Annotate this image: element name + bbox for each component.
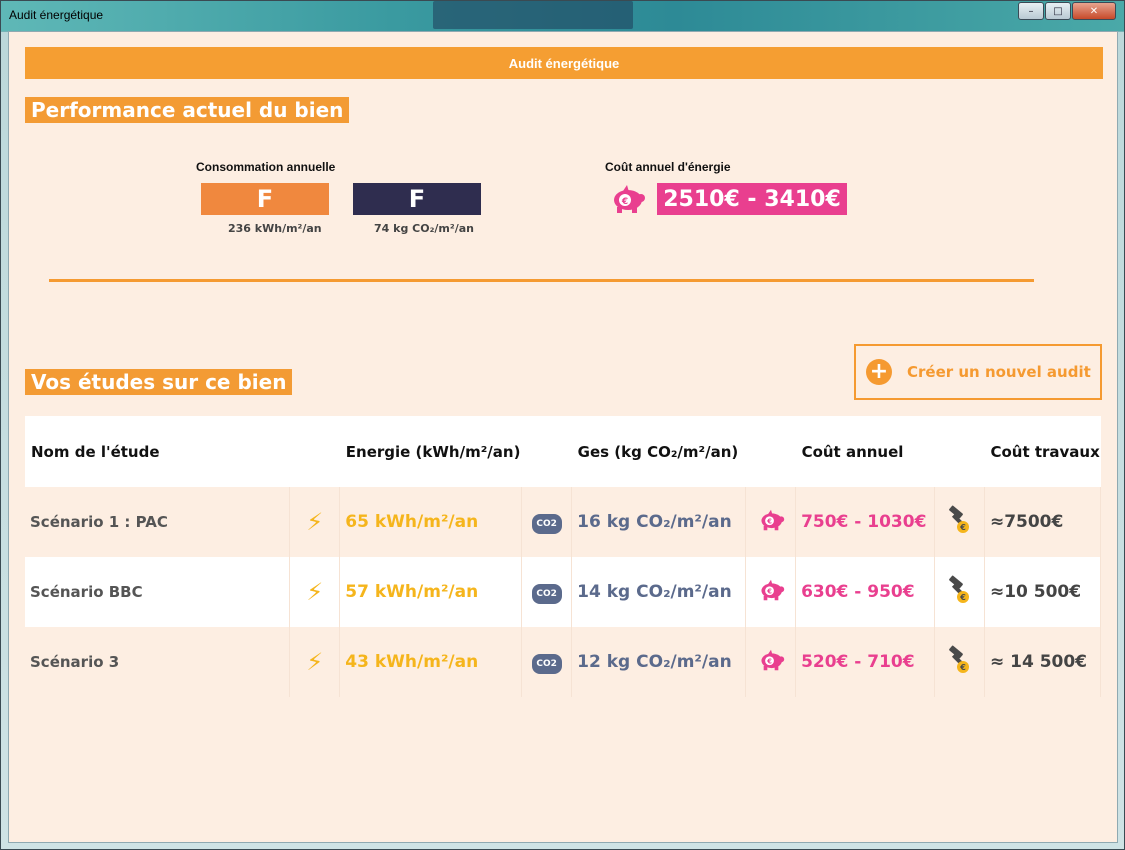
table-header-row: Nom de l'étude Energie (kWh/m²/an) Ges (… — [25, 416, 1101, 487]
window-title: Audit énergétique — [9, 8, 104, 22]
piggy-bank-icon: € — [761, 509, 784, 531]
title-bar[interactable]: Audit énergétique – □ ✕ — [1, 1, 1124, 31]
energy-grade-value: 236 kWh/m²/an — [228, 222, 322, 235]
co2-cloud-icon: CO2 — [531, 583, 562, 604]
annual-cost-value: 2510€ - 3410€ — [657, 183, 847, 215]
study-name: Scénario 3 — [25, 627, 291, 697]
svg-text:€: € — [960, 523, 967, 532]
consumption-label: Consommation annuelle — [196, 160, 336, 174]
piggy-bank-icon: € — [761, 649, 784, 671]
study-annual-cost: 630€ - 950€ — [795, 557, 935, 627]
co2-cloud-icon: CO2 — [531, 653, 562, 674]
table-row[interactable]: Scénario 1 : PAC ⚡ 65 kWh/m²/an CO2 16 k… — [25, 487, 1102, 557]
piggy-bank-icon: € — [761, 579, 784, 601]
lightning-bolt-icon: ⚡ — [306, 648, 324, 676]
column-header-works-cost: Coût travaux — [984, 416, 1101, 487]
hammer-euro-icon: € — [949, 645, 970, 673]
svg-text:€: € — [960, 593, 967, 602]
svg-text:€: € — [766, 588, 772, 596]
ges-grade-badge: F — [353, 183, 481, 215]
background-window-ghost — [433, 1, 633, 29]
study-works-cost[interactable]: ≈10 500€ — [984, 557, 1102, 627]
study-energy: 65 kWh/m²/an — [339, 487, 523, 557]
performance-section-title: Performance actuel du bien — [25, 97, 350, 123]
study-works-cost[interactable]: ≈ 14 500€ — [984, 627, 1102, 697]
column-header-energy: Energie (kWh/m²/an) — [339, 416, 522, 487]
column-header-ges: Ges (kg CO₂/m²/an) — [571, 416, 746, 487]
hammer-euro-icon: € — [949, 575, 970, 603]
co2-cloud-icon: CO2 — [531, 513, 562, 534]
study-energy: 43 kWh/m²/an — [339, 627, 523, 697]
study-works-cost[interactable]: ≈7500€ — [984, 487, 1102, 557]
plus-icon: + — [866, 359, 892, 385]
section-divider — [49, 279, 1034, 282]
study-energy: 57 kWh/m²/an — [339, 557, 523, 627]
minimize-button[interactable]: – — [1018, 2, 1044, 20]
study-ges: 16 kg CO₂/m²/an — [571, 487, 747, 557]
studies-section-title: Vos études sur ce bien — [25, 369, 293, 395]
svg-text:€: € — [766, 658, 772, 666]
column-header-name: Nom de l'étude — [25, 416, 290, 487]
lightning-bolt-icon: ⚡ — [306, 578, 324, 606]
close-button[interactable]: ✕ — [1072, 2, 1116, 20]
new-audit-button[interactable]: + Créer un nouvel audit — [854, 344, 1102, 400]
page-header: Audit énergétique — [25, 47, 1103, 79]
annual-cost-label: Coût annuel d'énergie — [605, 160, 731, 174]
new-audit-label: Créer un nouvel audit — [907, 363, 1091, 381]
lightning-bolt-icon: ⚡ — [306, 508, 324, 536]
svg-text:€: € — [960, 663, 967, 672]
table-row[interactable]: Scénario BBC ⚡ 57 kWh/m²/an CO2 14 kg CO… — [25, 557, 1102, 627]
study-ges: 14 kg CO₂/m²/an — [571, 557, 747, 627]
study-name: Scénario BBC — [25, 557, 291, 627]
study-name: Scénario 1 : PAC — [25, 487, 291, 557]
study-annual-cost: 520€ - 710€ — [795, 627, 935, 697]
energy-grade-badge: F — [201, 183, 329, 215]
hammer-euro-icon: € — [949, 505, 970, 533]
window-controls: – □ ✕ — [1017, 2, 1116, 20]
column-header-annual-cost: Coût annuel — [795, 416, 935, 487]
maximize-button[interactable]: □ — [1045, 2, 1071, 20]
svg-text:€: € — [766, 518, 772, 526]
studies-table: Nom de l'étude Energie (kWh/m²/an) Ges (… — [25, 416, 1102, 697]
piggy-bank-icon: € — [614, 185, 645, 213]
client-area: Audit énergétique Performance actuel du … — [8, 31, 1118, 843]
app-window: Audit énergétique – □ ✕ Audit énergétiqu… — [0, 0, 1125, 850]
study-ges: 12 kg CO₂/m²/an — [571, 627, 747, 697]
ges-grade-value: 74 kg CO₂/m²/an — [374, 222, 474, 235]
svg-text:€: € — [621, 197, 628, 207]
table-row[interactable]: Scénario 3 ⚡ 43 kWh/m²/an CO2 12 kg CO₂/… — [25, 627, 1102, 697]
study-annual-cost: 750€ - 1030€ — [795, 487, 935, 557]
